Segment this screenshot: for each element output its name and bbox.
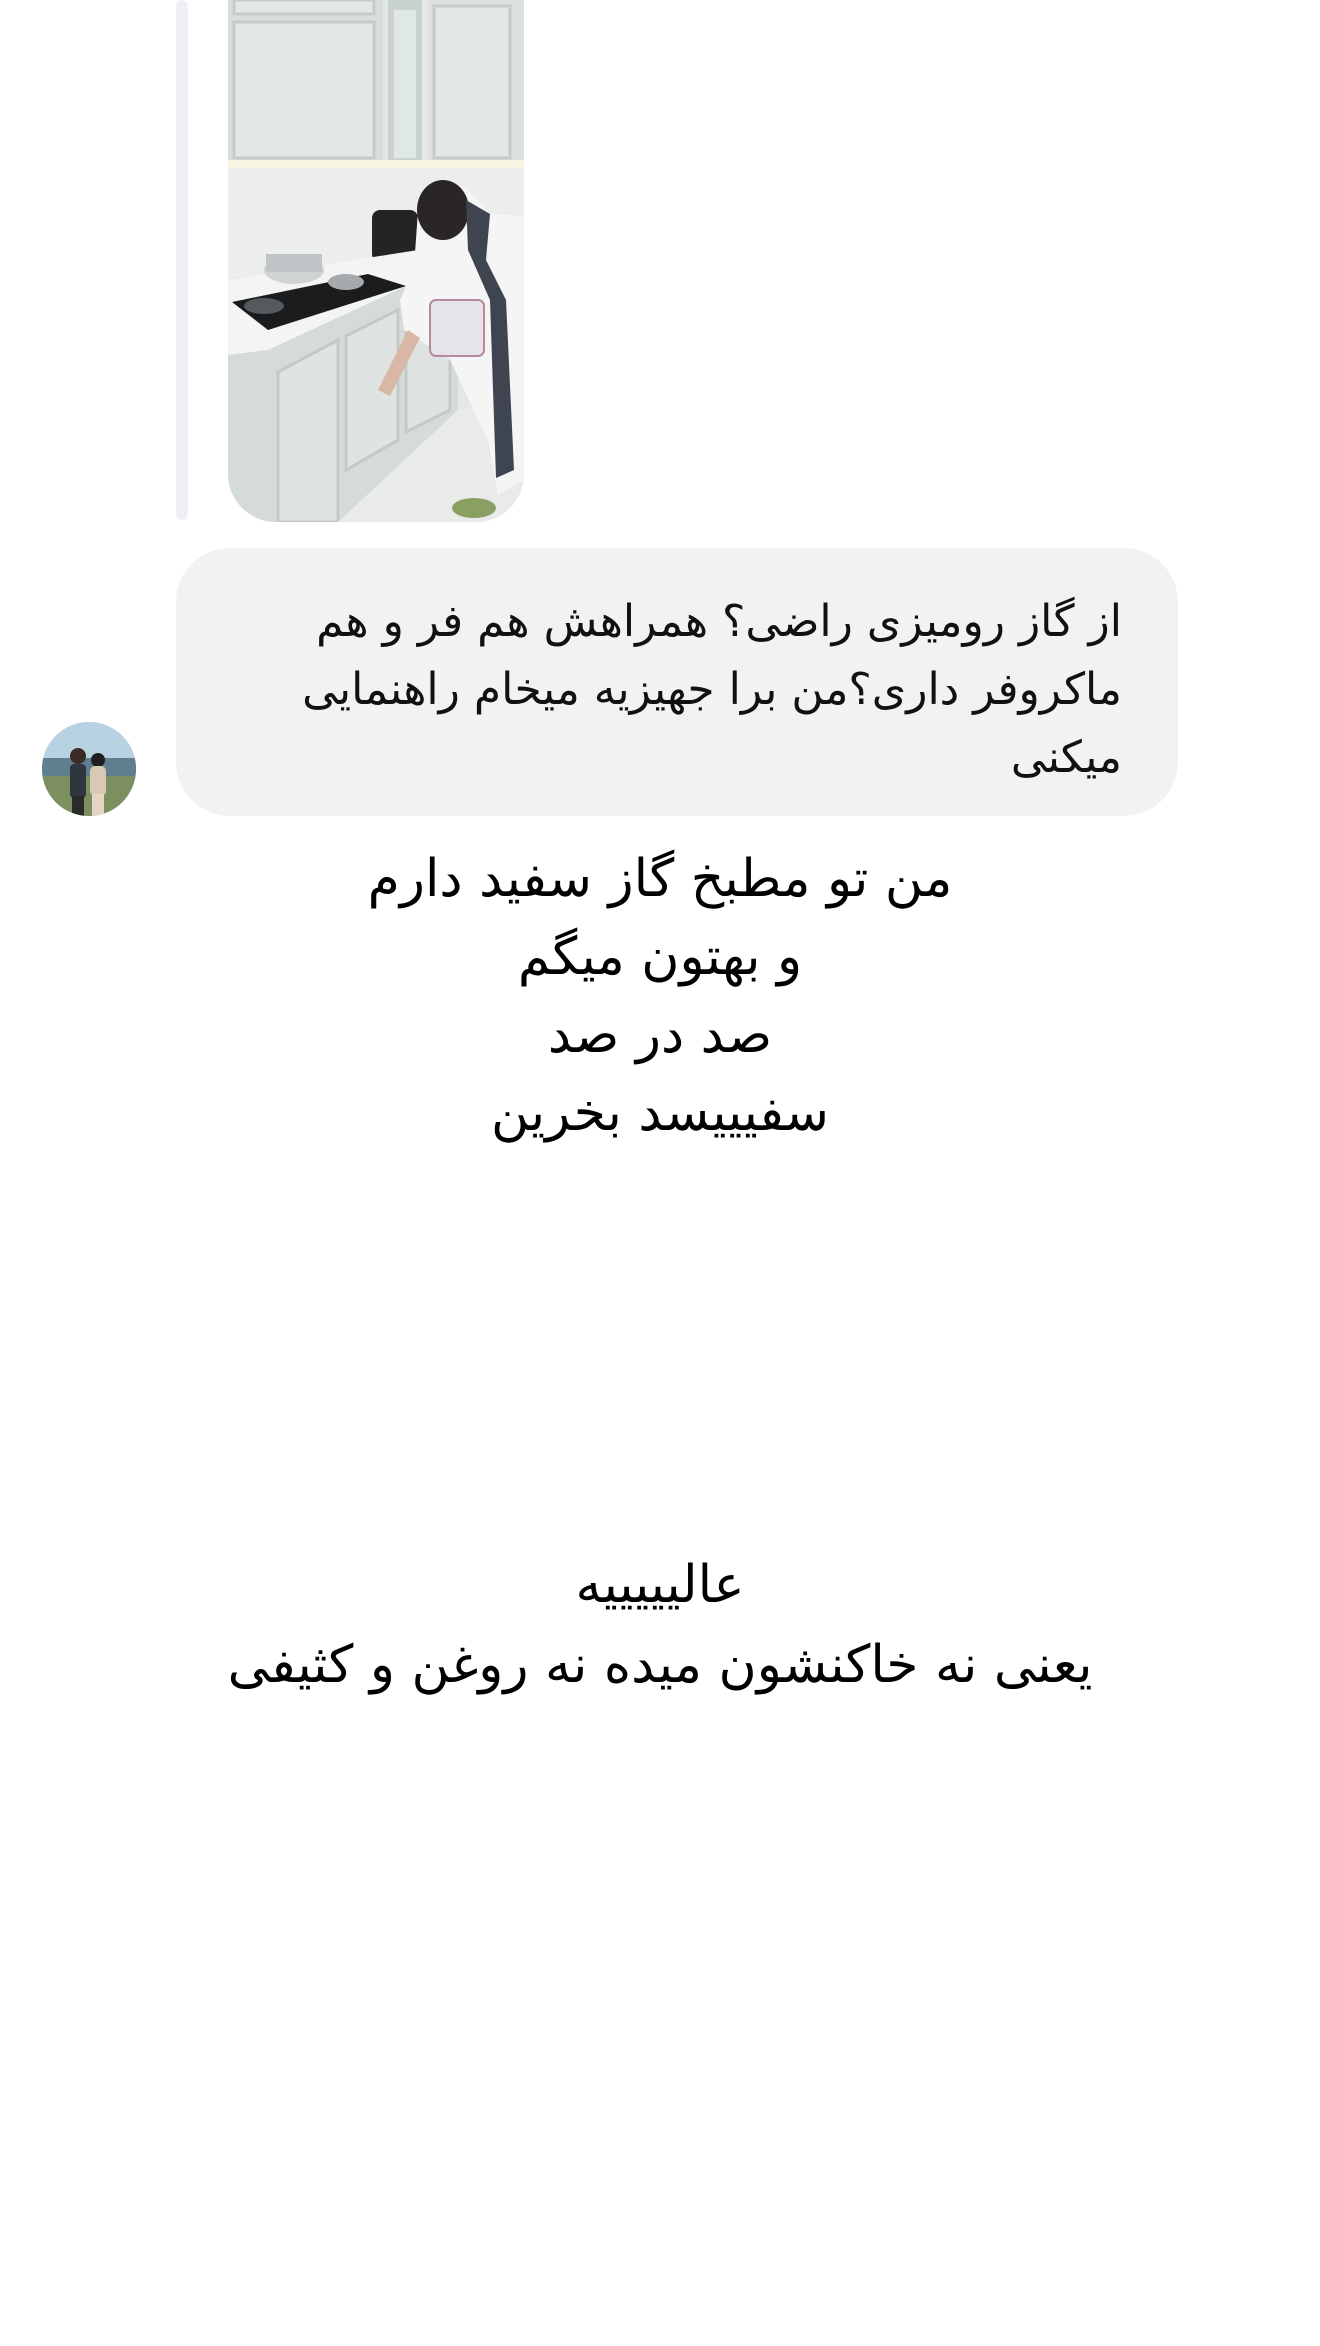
commenter-avatar[interactable] [42,722,136,816]
caption-line: عالیییییه [575,1555,745,1615]
caption-line: و بهتون میگم [517,927,803,987]
couple-photo-avatar-icon [42,722,136,816]
story-caption-2: عالیییییه یعنی نه خاکنشون میده نه روغن و… [0,1545,1320,1705]
comment-text: از گاز رومیزی راضی؟ همراهش هم فر و هم ما… [302,596,1122,783]
story-caption-1: من تو مطبخ گاز سفید دارم و بهتون میگم صد… [0,840,1320,1152]
comment-bubble[interactable]: از گاز رومیزی راضی؟ همراهش هم فر و هم ما… [176,548,1178,816]
kitchen-photo-icon [228,0,524,522]
caption-line: من تو مطبخ گاز سفید دارم [367,849,953,909]
shared-post-thumbnail[interactable] [228,0,524,522]
caption-line: یعنی نه خاکنشون میده نه روغن و کثیفی [227,1635,1093,1695]
caption-line: سفیییسد بخرین [491,1083,829,1143]
caption-line: صد در صد [547,1005,773,1065]
reply-indicator-bar [176,0,188,520]
